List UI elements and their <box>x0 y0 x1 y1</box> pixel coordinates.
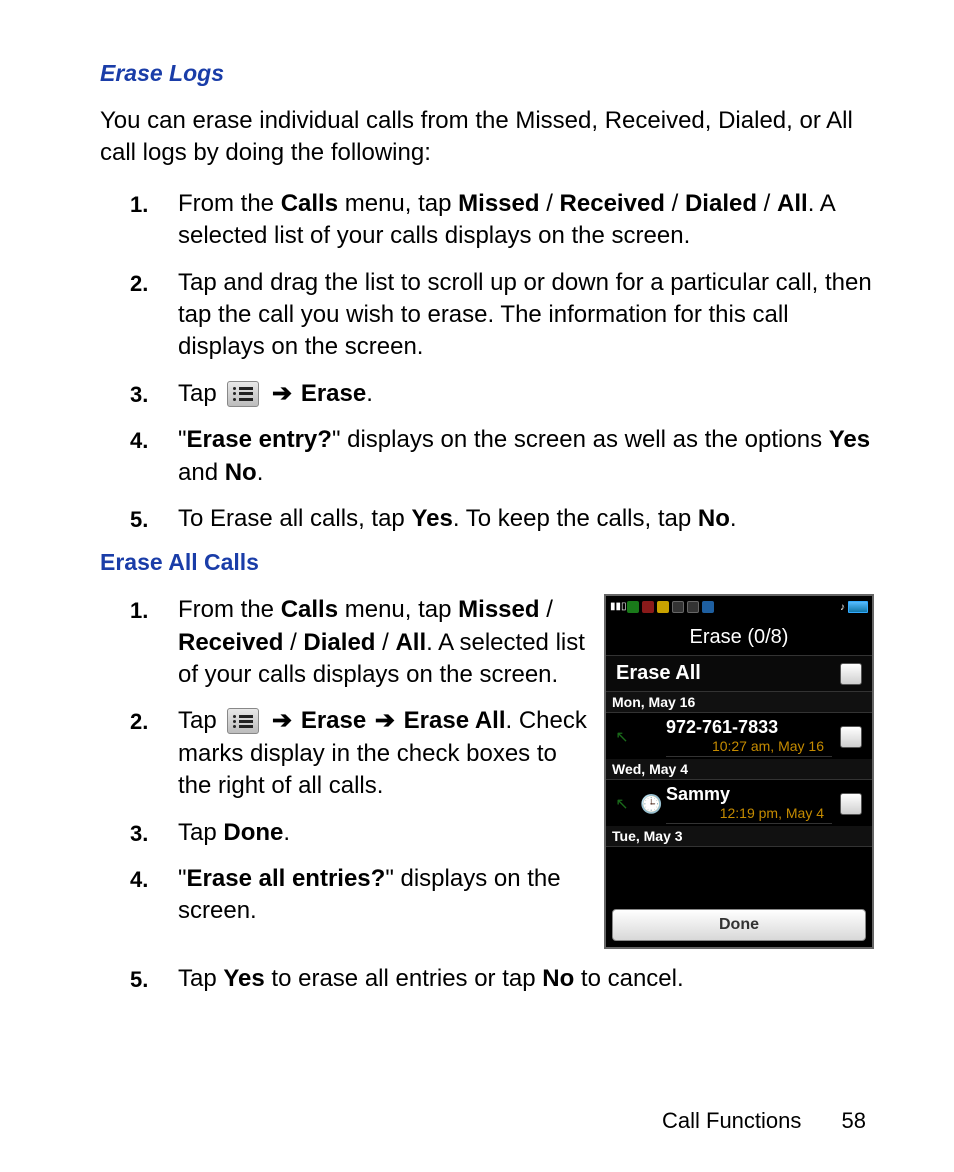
status-icon <box>672 601 684 613</box>
checkbox[interactable] <box>840 663 862 685</box>
footer-label: Call Functions <box>662 1108 801 1133</box>
list-item: 2. Tap and drag the list to scroll up or… <box>130 267 874 364</box>
list-item: 2. Tap ➔ Erase ➔ Erase All. Check marks … <box>130 705 590 802</box>
arrow-icon: ➔ <box>375 707 395 734</box>
call-number: 972-761-7833 <box>666 717 832 738</box>
list-number: 3. <box>130 817 178 849</box>
status-icon <box>702 601 714 613</box>
date-header: Wed, May 4 <box>606 759 872 780</box>
list-item: 4. "Erase entry?" displays on the screen… <box>130 424 874 489</box>
list-body: To Erase all calls, tap Yes. To keep the… <box>178 503 874 535</box>
status-icon <box>657 601 669 613</box>
date-header: Tue, May 3 <box>606 826 872 847</box>
done-button[interactable]: Done <box>612 909 866 941</box>
status-icon <box>687 601 699 613</box>
date-header: Mon, May 16 <box>606 692 872 713</box>
list-item: 1. From the Calls menu, tap Missed / Rec… <box>130 188 874 253</box>
dialed-call-icon: ↖ <box>612 727 632 747</box>
phone-screenshot: ▮▮▯ ♪ Erase (0/8) Erase All Mon, May 16 <box>604 594 874 949</box>
contact-icon: 🕒 <box>640 794 658 815</box>
status-bar: ▮▮▯ ♪ <box>606 596 872 618</box>
checkbox[interactable] <box>840 726 862 748</box>
signal-icon: ▮▮▯ <box>610 601 624 613</box>
list-item: 1. From the Calls menu, tap Missed / Rec… <box>130 594 590 691</box>
phone-screen-title: Erase (0/8) <box>606 618 872 655</box>
list-body: Tap ➔ Erase ➔ Erase All. Check marks dis… <box>178 705 590 802</box>
list-body: Tap Yes to erase all entries or tap No t… <box>178 963 874 995</box>
music-icon: ♪ <box>840 602 845 613</box>
menu-list-icon <box>227 708 259 734</box>
erase-all-row[interactable]: Erase All <box>606 655 872 692</box>
menu-list-icon <box>227 381 259 407</box>
dialed-call-icon: ↖ <box>612 794 632 814</box>
list-body: "Erase entry?" displays on the screen as… <box>178 424 874 489</box>
list-body: From the Calls menu, tap Missed / Receiv… <box>178 188 874 253</box>
arrow-icon: ➔ <box>272 707 292 734</box>
list-item: 5. Tap Yes to erase all entries or tap N… <box>130 963 874 995</box>
status-icon <box>627 601 639 613</box>
checkbox[interactable] <box>840 793 862 815</box>
list-number: 5. <box>130 503 178 535</box>
list-item: 5. To Erase all calls, tap Yes. To keep … <box>130 503 874 535</box>
call-name: Sammy <box>666 784 832 805</box>
erase-all-list-cont: 5. Tap Yes to erase all entries or tap N… <box>100 963 874 995</box>
section-title-erase-logs: Erase Logs <box>100 60 874 87</box>
call-row[interactable]: ↖ 972-761-7833 10:27 am, May 16 <box>606 713 872 759</box>
call-time: 10:27 am, May 16 <box>666 738 832 757</box>
battery-icon <box>848 601 868 613</box>
erase-all-list: 1. From the Calls menu, tap Missed / Rec… <box>100 594 590 928</box>
page-footer: Call Functions 58 <box>662 1108 866 1134</box>
list-item: 3. Tap ➔ Erase. <box>130 378 874 410</box>
call-time: 12:19 pm, May 4 <box>666 805 832 824</box>
section-title-erase-all-calls: Erase All Calls <box>100 549 874 576</box>
intro-paragraph: You can erase individual calls from the … <box>100 105 874 170</box>
erase-all-label: Erase All <box>616 662 701 685</box>
list-body: Tap and drag the list to scroll up or do… <box>178 267 874 364</box>
list-body: Tap Done. <box>178 817 590 849</box>
list-number: 1. <box>130 188 178 220</box>
arrow-icon: ➔ <box>272 380 292 407</box>
list-item: 3. Tap Done. <box>130 817 590 849</box>
erase-logs-list: 1. From the Calls menu, tap Missed / Rec… <box>100 188 874 536</box>
list-item: 4. "Erase all entries?" displays on the … <box>130 863 590 928</box>
list-number: 5. <box>130 963 178 995</box>
list-number: 4. <box>130 863 178 895</box>
list-number: 3. <box>130 378 178 410</box>
list-number: 2. <box>130 705 178 737</box>
list-number: 2. <box>130 267 178 299</box>
list-number: 4. <box>130 424 178 456</box>
page-number: 58 <box>842 1108 866 1133</box>
list-body: From the Calls menu, tap Missed / Receiv… <box>178 594 590 691</box>
status-icon <box>642 601 654 613</box>
call-row[interactable]: ↖ 🕒 Sammy 12:19 pm, May 4 <box>606 780 872 826</box>
list-body: Tap ➔ Erase. <box>178 378 874 410</box>
list-body: "Erase all entries?" displays on the scr… <box>178 863 590 928</box>
list-number: 1. <box>130 594 178 626</box>
